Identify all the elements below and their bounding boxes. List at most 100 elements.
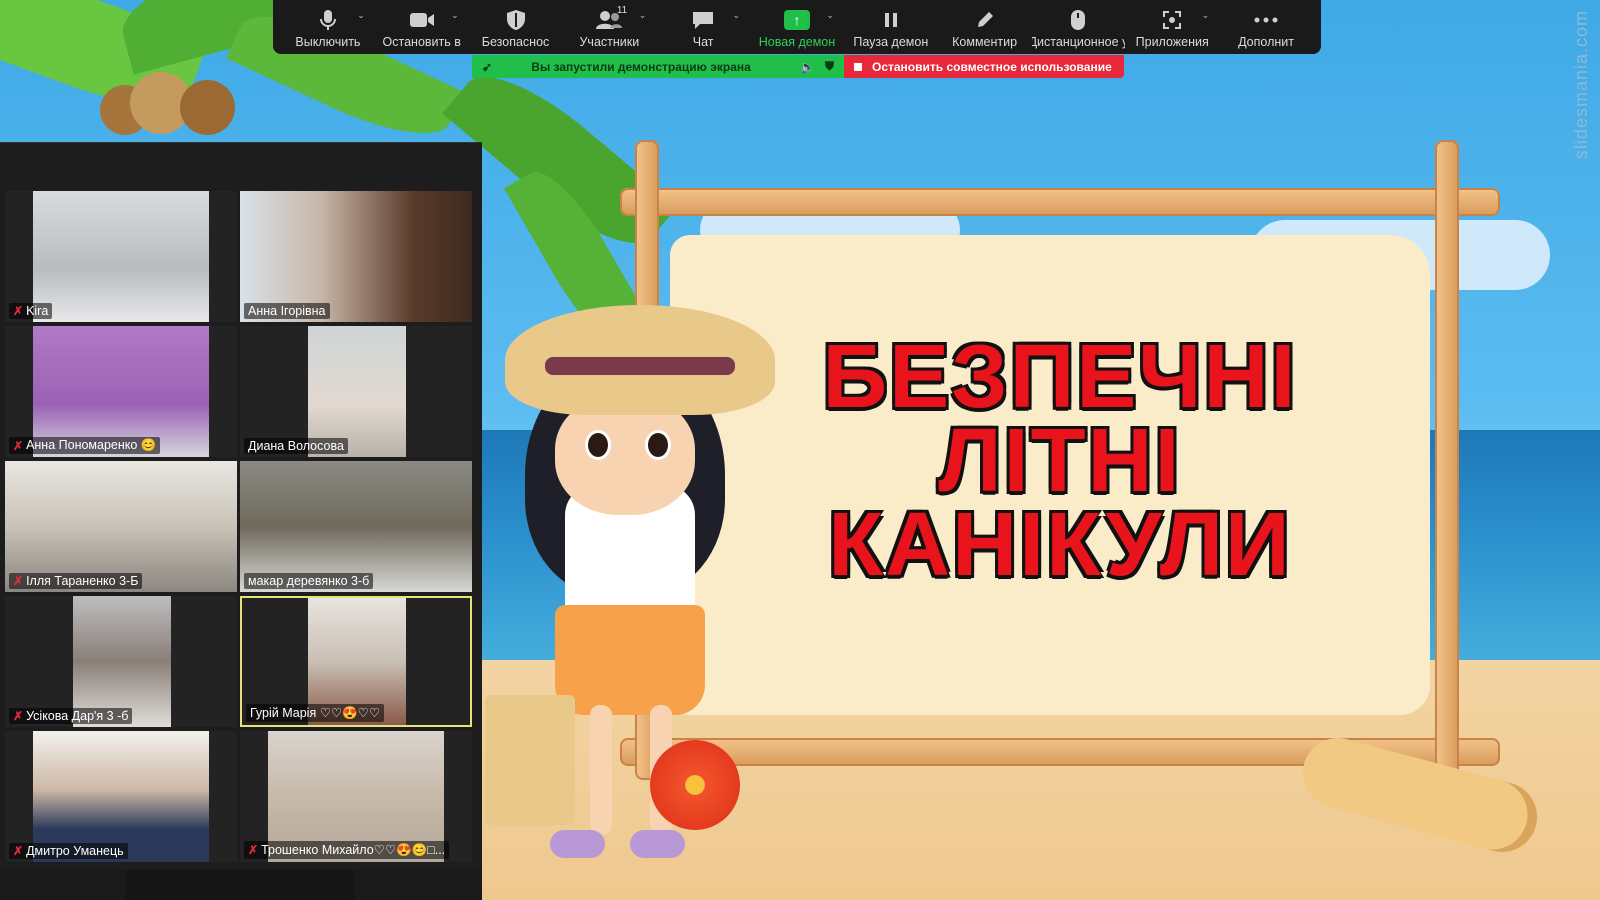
shoe-shape bbox=[550, 830, 605, 858]
pin-icon[interactable]: ➹ bbox=[482, 60, 492, 74]
participant-name: Трошенко Михайло♡♡😍😊□... bbox=[261, 843, 446, 857]
participant-name: Дмитро Уманець bbox=[26, 844, 124, 858]
participant-name: Анна Ігорівна bbox=[248, 304, 326, 318]
muted-mic-icon: ✗ bbox=[13, 438, 24, 453]
pause-share-button[interactable]: Пауза демон bbox=[844, 0, 938, 54]
stop-video-button[interactable]: ⌄ Остановить в bbox=[375, 0, 469, 54]
stop-square-icon bbox=[854, 62, 862, 71]
toolbar-label: Участники bbox=[579, 35, 640, 49]
bamboo-pole-top bbox=[620, 188, 1500, 216]
chat-button[interactable]: ⌄ Чат bbox=[656, 0, 750, 54]
share-screen-icon: ↑ bbox=[783, 9, 810, 31]
speaker-icon[interactable]: 🔈 bbox=[800, 60, 815, 74]
video-feed bbox=[33, 191, 209, 322]
participant-name: макар деревянко 3-б bbox=[248, 574, 370, 588]
screen-share-status-bar[interactable]: ➹ Вы запустили демонстрацию экрана 🔈 ⛊ bbox=[472, 55, 844, 78]
toolbar-label: Дополнит bbox=[1238, 35, 1294, 49]
participant-name: Диана Волосова bbox=[248, 439, 344, 453]
participant-tile[interactable]: Анна Ігорівна bbox=[240, 191, 472, 322]
participant-name: Kira bbox=[26, 304, 49, 318]
gallery-footer bbox=[0, 870, 482, 900]
participant-name: Ілля Тараненко 3-Б bbox=[26, 574, 139, 588]
participant-name-tag: ✗ Дмитро Уманець bbox=[9, 843, 128, 859]
share-status-text: Вы запустили демонстрацию экрана bbox=[531, 59, 751, 74]
participant-tile[interactable]: ✗ Ілля Тараненко 3-Б bbox=[5, 461, 237, 592]
participant-tile[interactable]: ✗ Усікова Дар'я 3 -б bbox=[5, 596, 237, 727]
muted-mic-icon: ✗ bbox=[13, 709, 24, 723]
toolbar-label: Приложения bbox=[1135, 35, 1209, 49]
toolbar-label: Чат bbox=[692, 35, 714, 49]
participant-name-tag: ✗ Ілля Тараненко 3-Б bbox=[9, 573, 143, 589]
participant-name-tag: ✗ Трошенко Михайло♡♡😍😊□... bbox=[244, 841, 450, 859]
muted-mic-icon: ✗ bbox=[13, 574, 24, 588]
more-icon bbox=[1254, 9, 1278, 31]
participant-tile[interactable]: ✗ Анна Пономаренко 😊 bbox=[5, 326, 237, 457]
video-camera-icon bbox=[409, 9, 435, 31]
eye-shape bbox=[585, 430, 611, 460]
annotate-button[interactable]: Комментир bbox=[938, 0, 1032, 54]
participant-tile[interactable]: ✗ Дмитро Уманець bbox=[5, 731, 237, 862]
new-share-button[interactable]: ↑ ⌄ Новая демон bbox=[750, 0, 844, 54]
stop-share-label: Остановить совместное использование bbox=[872, 59, 1112, 74]
participant-tile-active-speaker[interactable]: Гурій Марія ♡♡😍♡♡ bbox=[240, 596, 472, 727]
participant-name-tag: ✗ Анна Пономаренко 😊 bbox=[9, 437, 161, 454]
more-button[interactable]: Дополнит bbox=[1219, 0, 1313, 54]
toolbar-label: Пауза демон bbox=[853, 35, 929, 49]
toolbar-label: Выключить bbox=[295, 35, 361, 49]
participant-tile[interactable]: Диана Волосова bbox=[240, 326, 472, 457]
participant-name-tag: ✗ Усікова Дар'я 3 -б bbox=[9, 708, 133, 724]
chevron-down-icon[interactable]: ⌄ bbox=[357, 10, 365, 21]
slide-title: БЕЗПЕЧНІ ЛІТНІ КАНІКУЛИ bbox=[770, 332, 1350, 595]
toolbar-label: Дистанционное у bbox=[1031, 35, 1126, 49]
chevron-down-icon[interactable]: ⌄ bbox=[639, 10, 647, 21]
participants-button[interactable]: 11 ⌄ Участники bbox=[562, 0, 656, 54]
coconut-shape bbox=[180, 80, 235, 135]
apps-button[interactable]: ⌄ Приложения bbox=[1125, 0, 1219, 54]
apps-icon bbox=[1162, 9, 1182, 31]
pause-icon bbox=[882, 9, 900, 31]
pencil-icon bbox=[975, 9, 995, 31]
participant-tile[interactable]: ✗ Kira bbox=[5, 191, 237, 322]
security-button[interactable]: Безопаснос bbox=[469, 0, 563, 54]
shield-check-icon[interactable]: ⛊ bbox=[825, 59, 834, 74]
hibiscus-flower bbox=[650, 740, 740, 830]
chevron-down-icon[interactable]: ⌄ bbox=[733, 10, 741, 21]
participant-name-tag: Гурій Марія ♡♡😍♡♡ bbox=[246, 704, 385, 722]
eye-shape bbox=[645, 430, 671, 460]
bag-shape bbox=[485, 695, 575, 825]
toolbar-label: Новая демон bbox=[758, 35, 836, 49]
skirt-shape bbox=[555, 605, 705, 715]
participant-name-tag: Диана Волосова bbox=[244, 438, 348, 454]
chat-icon bbox=[691, 9, 715, 31]
muted-mic-icon: ✗ bbox=[13, 844, 24, 858]
mute-button[interactable]: ⌄ Выключить bbox=[281, 0, 375, 54]
participant-name-tag: ✗ Kira bbox=[9, 303, 53, 319]
video-gallery: ✗ Kira Анна Ігорівна ✗ Анна Пономаренко … bbox=[0, 142, 482, 900]
stop-share-button[interactable]: Остановить совместное использование bbox=[844, 55, 1124, 78]
chevron-down-icon[interactable]: ⌄ bbox=[1202, 10, 1210, 21]
remote-control-button[interactable]: Дистанционное у bbox=[1031, 0, 1126, 54]
participant-name: Усікова Дар'я 3 -б bbox=[26, 709, 129, 723]
leg-shape bbox=[590, 705, 612, 835]
slide-title-line: ЛІТНІ bbox=[938, 411, 1182, 511]
microphone-icon bbox=[319, 9, 336, 31]
shield-icon bbox=[506, 9, 526, 31]
toolbar-label: Безопаснос bbox=[481, 35, 550, 49]
gallery-footer-panel bbox=[125, 870, 355, 900]
mouse-icon bbox=[1070, 9, 1086, 31]
chevron-down-icon[interactable]: ⌄ bbox=[451, 10, 459, 21]
muted-mic-icon: ✗ bbox=[13, 304, 24, 318]
watermark-text: slidesmania.com bbox=[1571, 10, 1591, 160]
participant-tile[interactable]: ✗ Трошенко Михайло♡♡😍😊□... bbox=[240, 731, 472, 862]
participant-name-tag: Анна Ігорівна bbox=[244, 303, 330, 319]
participant-name: Гурій Марія ♡♡😍♡♡ bbox=[250, 706, 381, 720]
toolbar-label: Остановить в bbox=[382, 35, 461, 49]
participant-count: 11 bbox=[616, 5, 628, 16]
slide-title-line: КАНІКУЛИ bbox=[828, 495, 1292, 595]
chevron-down-icon[interactable]: ⌄ bbox=[826, 10, 834, 21]
toolbar-label: Комментир bbox=[952, 35, 1018, 49]
meeting-toolbar: ⌄ Выключить ⌄ Остановить в Безопаснос 11… bbox=[273, 0, 1321, 54]
girl-illustration bbox=[485, 285, 785, 900]
participant-tile[interactable]: макар деревянко 3-б bbox=[240, 461, 472, 592]
hatband-shape bbox=[545, 357, 735, 375]
